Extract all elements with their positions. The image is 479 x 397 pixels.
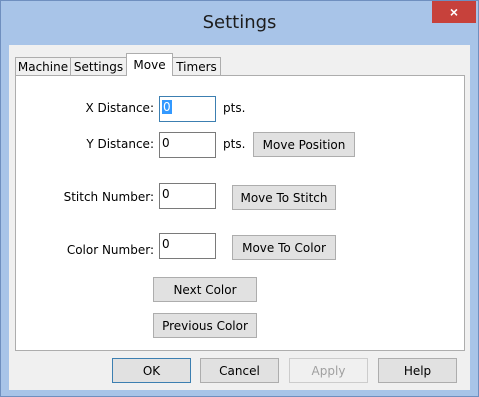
help-button[interactable]: Help xyxy=(378,358,457,383)
settings-dialog: Settings × Machine Settings Move Timers … xyxy=(0,0,479,397)
previous-color-button[interactable]: Previous Color xyxy=(153,313,257,338)
color-number-input[interactable]: 0 xyxy=(159,233,216,259)
apply-button[interactable]: Apply xyxy=(289,358,368,383)
y-distance-input[interactable]: 0 xyxy=(159,132,216,158)
tab-settings[interactable]: Settings xyxy=(70,57,127,75)
title-bar[interactable]: Settings × xyxy=(1,1,478,45)
color-number-label: Color Number: xyxy=(66,243,154,257)
x-distance-input[interactable]: 0 xyxy=(159,96,216,122)
stitch-number-input[interactable]: 0 xyxy=(159,183,216,209)
dialog-client-area: Machine Settings Move Timers X Distance:… xyxy=(9,45,470,390)
tab-timers[interactable]: Timers xyxy=(172,57,221,75)
close-button[interactable]: × xyxy=(432,1,476,23)
move-position-button[interactable]: Move Position xyxy=(253,132,355,157)
ok-button[interactable]: OK xyxy=(112,358,191,383)
next-color-button[interactable]: Next Color xyxy=(153,277,257,302)
dialog-title: Settings xyxy=(202,12,277,33)
move-to-stitch-button[interactable]: Move To Stitch xyxy=(232,185,336,210)
x-distance-value: 0 xyxy=(162,100,172,114)
stitch-number-label: Stitch Number: xyxy=(63,190,154,204)
x-distance-label: X Distance: xyxy=(85,101,154,115)
y-distance-label: Y Distance: xyxy=(86,137,154,151)
close-icon: × xyxy=(449,4,459,20)
y-distance-unit: pts. xyxy=(223,137,246,151)
cancel-button[interactable]: Cancel xyxy=(200,358,279,383)
move-tab-panel: X Distance: 0 pts. Y Distance: 0 pts. Mo… xyxy=(15,75,465,351)
tab-move[interactable]: Move xyxy=(126,53,173,76)
x-distance-unit: pts. xyxy=(223,101,246,115)
move-to-color-button[interactable]: Move To Color xyxy=(232,235,336,260)
tab-machine[interactable]: Machine xyxy=(15,57,71,75)
